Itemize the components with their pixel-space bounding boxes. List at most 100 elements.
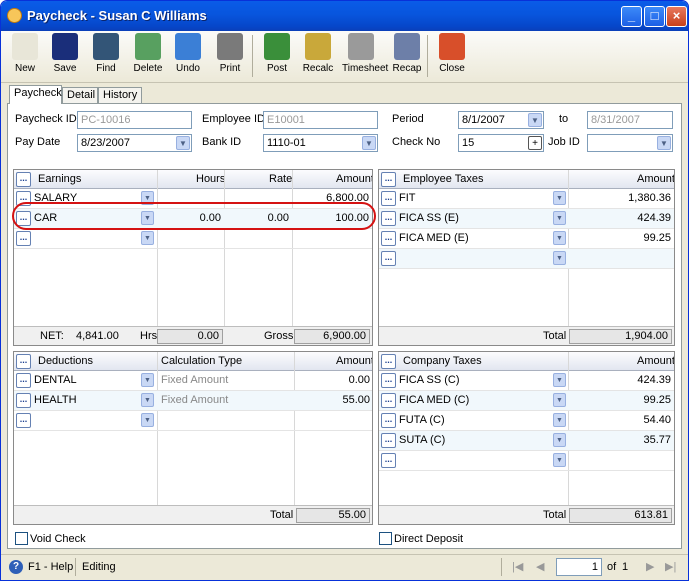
table-row[interactable]: ... FUTA (C) ▼ 54.40 <box>379 411 674 431</box>
toolbar-label: Close <box>439 63 465 74</box>
paycheck-id-field[interactable]: PC-10016 <box>77 111 192 129</box>
ellipsis-button[interactable]: ... <box>381 393 396 408</box>
ellipsis-button[interactable]: ... <box>16 231 31 246</box>
chevron-down-icon[interactable]: ▼ <box>553 393 566 407</box>
col-company-taxes: Company Taxes <box>403 355 482 367</box>
table-row[interactable]: ... FICA SS (E) ▼ 424.39 <box>379 209 674 229</box>
chevron-down-icon[interactable]: ▼ <box>141 231 154 245</box>
table-row[interactable]: ... FICA MED (C) ▼ 99.25 <box>379 391 674 411</box>
bank-id-field[interactable]: 1110-01 ▼ <box>263 134 378 152</box>
chevron-down-icon[interactable]: ▼ <box>553 211 566 225</box>
employee-taxes-total: 1,904.00 <box>569 329 672 344</box>
total-label: Total <box>543 509 567 521</box>
ellipsis-button[interactable]: ... <box>381 191 396 206</box>
ellipsis-button[interactable]: ... <box>381 373 396 388</box>
help-icon[interactable]: ? <box>9 560 23 574</box>
table-row[interactable]: ... HEALTH ▼ Fixed Amount 55.00 <box>14 391 372 411</box>
ellipsis-button[interactable]: ... <box>16 413 31 428</box>
period-from-field[interactable]: 8/1/2007 ▼ <box>458 111 544 129</box>
deduction-name: HEALTH <box>34 394 77 406</box>
help-text[interactable]: F1 - Help <box>28 561 73 573</box>
delete-button[interactable]: Delete <box>129 33 167 74</box>
undo-button[interactable]: Undo <box>169 33 207 74</box>
check-no-field[interactable]: 15 + <box>458 134 544 152</box>
table-row[interactable]: ... ▼ <box>379 451 674 471</box>
col-rate: Rate <box>269 173 293 185</box>
prev-page-icon[interactable]: ◀ <box>536 560 544 573</box>
status-state: Editing <box>82 561 116 573</box>
delete-icon <box>135 33 161 60</box>
direct-deposit-checkbox[interactable] <box>379 532 392 545</box>
toolbar-label: Post <box>266 63 287 74</box>
gross-label: Gross <box>264 330 294 342</box>
close-button[interactable]: Close <box>433 33 471 74</box>
ellipsis-button[interactable]: ... <box>381 172 396 187</box>
ellipsis-button[interactable]: ... <box>381 251 396 266</box>
chevron-down-icon[interactable]: ▼ <box>553 453 566 467</box>
table-row[interactable]: ... ▼ <box>14 411 372 431</box>
new-button[interactable]: New <box>6 33 44 74</box>
tab-detail[interactable]: Detail <box>62 87 98 104</box>
recalc-button[interactable]: Recalc <box>299 33 337 74</box>
ellipsis-button[interactable]: ... <box>381 231 396 246</box>
chevron-down-icon[interactable]: ▼ <box>553 231 566 245</box>
timesheet-button[interactable]: Timesheet <box>342 33 388 74</box>
chevron-down-icon[interactable]: ▼ <box>362 136 376 150</box>
find-button[interactable]: Find <box>87 33 125 74</box>
close-window-button[interactable]: × <box>666 6 687 27</box>
chevron-down-icon[interactable]: ▼ <box>553 373 566 387</box>
table-row[interactable]: ... ▼ <box>379 249 674 269</box>
chevron-down-icon[interactable]: ▼ <box>141 393 154 407</box>
tax-amount: 99.25 <box>643 394 671 406</box>
table-row[interactable]: ... ▼ <box>14 229 372 249</box>
ellipsis-button[interactable]: ... <box>381 211 396 226</box>
chevron-down-icon[interactable]: ▼ <box>176 136 190 150</box>
page-number-input[interactable]: 1 <box>556 558 602 576</box>
ellipsis-button[interactable]: ... <box>381 433 396 448</box>
first-page-icon[interactable]: |◀ <box>512 560 523 573</box>
table-row[interactable]: ... DENTAL ▼ Fixed Amount 0.00 <box>14 371 372 391</box>
last-page-icon[interactable]: ▶| <box>665 560 676 573</box>
ellipsis-button[interactable]: ... <box>16 354 31 369</box>
table-row[interactable]: ... FIT ▼ 1,380.36 <box>379 189 674 209</box>
print-button[interactable]: Print <box>211 33 249 74</box>
chevron-down-icon[interactable]: ▼ <box>553 251 566 265</box>
chevron-down-icon[interactable]: ▼ <box>141 413 154 427</box>
save-button[interactable]: Save <box>46 33 84 74</box>
chevron-down-icon[interactable]: ▼ <box>657 136 671 150</box>
tab-history[interactable]: History <box>98 87 142 104</box>
plus-icon[interactable]: + <box>528 136 542 150</box>
col-amount: Amount <box>336 173 373 185</box>
void-check-checkbox[interactable] <box>15 532 28 545</box>
chevron-down-icon[interactable]: ▼ <box>528 113 542 127</box>
recap-button[interactable]: Recap <box>388 33 426 74</box>
title-bar[interactable]: Paycheck - Susan C Williams _ □ × <box>1 1 688 31</box>
post-button[interactable]: Post <box>258 33 296 74</box>
tax-amount: 54.40 <box>643 414 671 426</box>
tax-amount: 424.39 <box>637 212 671 224</box>
chevron-down-icon[interactable]: ▼ <box>553 191 566 205</box>
ellipsis-button[interactable]: ... <box>381 413 396 428</box>
ellipsis-button[interactable]: ... <box>16 393 31 408</box>
maximize-button[interactable]: □ <box>644 6 665 27</box>
table-row[interactable]: ... SUTA (C) ▼ 35.77 <box>379 431 674 451</box>
ellipsis-button[interactable]: ... <box>16 172 31 187</box>
chevron-down-icon[interactable]: ▼ <box>553 433 566 447</box>
ellipsis-button[interactable]: ... <box>16 373 31 388</box>
check-no-label: Check No <box>392 136 441 148</box>
ellipsis-button[interactable]: ... <box>381 354 396 369</box>
company-taxes-total: 613.81 <box>569 508 672 523</box>
chevron-down-icon[interactable]: ▼ <box>553 413 566 427</box>
chevron-down-icon[interactable]: ▼ <box>141 373 154 387</box>
ellipsis-button[interactable]: ... <box>381 453 396 468</box>
tab-paycheck[interactable]: Paycheck <box>9 85 62 104</box>
pay-date-field[interactable]: 8/23/2007 ▼ <box>77 134 192 152</box>
period-to-field[interactable]: 8/31/2007 <box>587 111 673 129</box>
job-id-field[interactable]: ▼ <box>587 134 673 152</box>
table-row[interactable]: ... FICA MED (E) ▼ 99.25 <box>379 229 674 249</box>
table-row[interactable]: ... FICA SS (C) ▼ 424.39 <box>379 371 674 391</box>
company-taxes-footer: Total 613.81 <box>379 505 674 524</box>
next-page-icon[interactable]: ▶ <box>646 560 654 573</box>
minimize-button[interactable]: _ <box>621 6 642 27</box>
employee-id-field[interactable]: E10001 <box>263 111 378 129</box>
